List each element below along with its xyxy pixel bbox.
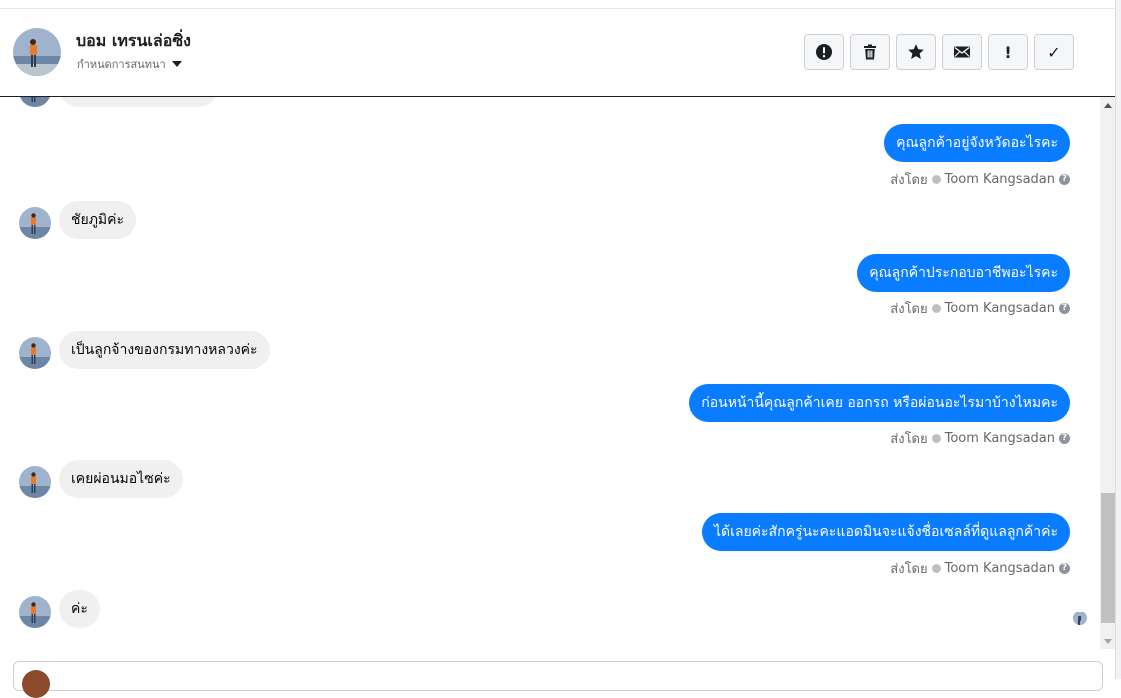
scroll-thumb[interactable]: [1101, 493, 1115, 623]
page-avatar: [22, 670, 50, 698]
window-top-edge: [0, 0, 1121, 9]
message-composer[interactable]: [13, 661, 1103, 698]
sent-by-label: ส่งโดย Toom Kangsadan ?: [890, 298, 1070, 319]
scroll-down-arrow-icon[interactable]: [1100, 633, 1116, 649]
exclamation-icon: !: [1004, 42, 1012, 62]
help-icon[interactable]: ?: [1059, 303, 1070, 314]
message-bubble-outgoing[interactable]: ก่อนหน้านี้คุณลูกค้าเคย ออกรถ หรือผ่อนอะ…: [689, 384, 1070, 422]
verified-dot-icon: [931, 564, 941, 573]
assign-label: กำหนดการสนทนา: [77, 58, 166, 71]
window-right-edge: [1115, 0, 1121, 679]
help-icon[interactable]: ?: [1059, 433, 1070, 444]
verified-dot-icon: [931, 434, 941, 443]
check-icon: ✓: [1047, 42, 1061, 62]
trash-icon: [864, 44, 876, 60]
message-bubble-incoming[interactable]: [59, 97, 218, 107]
contact-avatar[interactable]: [13, 28, 61, 76]
seen-indicator-avatar: [1073, 611, 1087, 625]
conversation-thread[interactable]: คุณลูกค้าอยู่จังหวัดอะไรคะ ส่งโดย Toom K…: [0, 97, 1098, 649]
sent-by-label: ส่งโดย Toom Kangsadan ?: [890, 169, 1070, 190]
contact-avatar-small: [19, 207, 51, 239]
follow-up-button[interactable]: !: [988, 34, 1028, 70]
contact-name[interactable]: บอม เทรนเล่อซิ่ง: [76, 29, 191, 54]
verified-dot-icon: [931, 175, 941, 184]
conversation-header: บอม เทรนเล่อซิ่ง กำหนดการสนทนา ! ✓: [0, 9, 1116, 97]
mark-unread-button[interactable]: [942, 34, 982, 70]
spam-button[interactable]: [804, 34, 844, 70]
agent-name[interactable]: Toom Kangsadan: [945, 172, 1055, 187]
contact-avatar-small: [19, 466, 51, 498]
alert-circle-icon: [816, 44, 832, 60]
scroll-up-arrow-icon[interactable]: [1100, 97, 1116, 113]
message-bubble-outgoing[interactable]: ได้เลยค่ะสักครู่นะคะแอดมินจะแจ้งชื่อเซลล…: [701, 513, 1070, 551]
message-bubble-incoming[interactable]: เป็นลูกจ้างของกรมทางหลวงค่ะ: [59, 331, 270, 369]
caret-down-icon: [171, 61, 182, 67]
star-button[interactable]: [896, 34, 936, 70]
help-icon[interactable]: ?: [1059, 174, 1070, 185]
help-icon[interactable]: ?: [1059, 563, 1070, 574]
agent-name[interactable]: Toom Kangsadan: [945, 561, 1055, 576]
delete-button[interactable]: [850, 34, 890, 70]
agent-name[interactable]: Toom Kangsadan: [945, 301, 1055, 316]
agent-name[interactable]: Toom Kangsadan: [945, 431, 1055, 446]
contact-avatar-small: [19, 596, 51, 628]
header-actions: ! ✓: [804, 34, 1074, 70]
star-icon: [908, 44, 924, 59]
message-bubble-outgoing[interactable]: คุณลูกค้าประกอบอาชีพอะไรคะ: [857, 254, 1070, 292]
message-bubble-incoming[interactable]: เคยผ่อนมอไซค่ะ: [59, 460, 183, 498]
assign-conversation-dropdown[interactable]: กำหนดการสนทนา: [77, 55, 182, 73]
contact-avatar-small: [19, 337, 51, 369]
sent-by-prefix: ส่งโดย: [890, 302, 928, 317]
envelope-icon: [954, 46, 970, 58]
conversation-scrollbar[interactable]: [1100, 97, 1116, 649]
mark-done-button[interactable]: ✓: [1034, 34, 1074, 70]
sent-by-label: ส่งโดย Toom Kangsadan ?: [890, 558, 1070, 579]
message-bubble-outgoing[interactable]: คุณลูกค้าอยู่จังหวัดอะไรคะ: [884, 124, 1070, 162]
sent-by-label: ส่งโดย Toom Kangsadan ?: [890, 428, 1070, 449]
sent-by-prefix: ส่งโดย: [890, 173, 928, 188]
message-bubble-incoming[interactable]: ค่ะ: [59, 590, 100, 628]
contact-avatar-small: [19, 97, 51, 107]
sent-by-prefix: ส่งโดย: [890, 432, 928, 447]
sent-by-prefix: ส่งโดย: [890, 562, 928, 577]
message-bubble-incoming[interactable]: ชัยภูมิค่ะ: [59, 201, 137, 239]
verified-dot-icon: [931, 304, 941, 313]
